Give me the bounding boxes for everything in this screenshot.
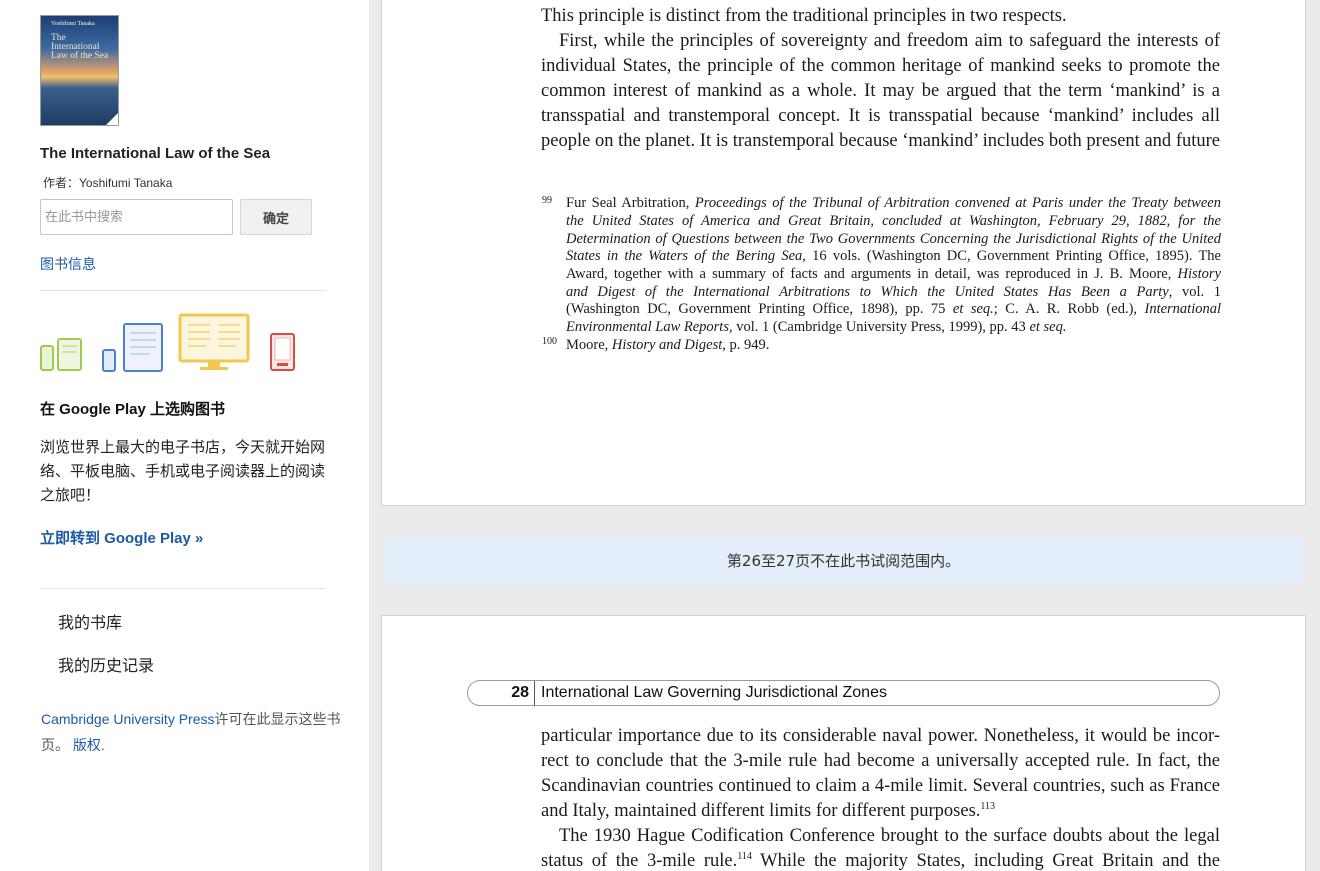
running-title: International Law Governing Jurisdiction… [541,684,887,701]
footnote-line: Fur Seal Arbitration, Proceedings of the… [566,195,1221,211]
page-curl-icon [106,113,118,125]
divider [40,290,326,291]
body-text-line: transspatial and transtemporal concept. … [541,106,1220,126]
license-period: . [100,737,105,753]
footnote-text: History and Digest [611,337,723,353]
publisher-link[interactable]: Cambridge University Press [41,711,215,727]
cover-title-line: Law of the Sea [51,51,109,61]
book-page: 28 International Law Governing Jurisdict… [381,615,1306,871]
book-page: This principle is distinct from the trad… [381,0,1306,506]
footnote-line: and Digest of the International Arbitrat… [566,284,1221,300]
pages-not-in-preview-notice: 第26至27页不在此书试阅范围内。 [385,538,1302,584]
sidebar: Yoshifumi Tanaka The International Law o… [0,0,369,871]
go-to-google-play-link[interactable]: 立即转到 Google Play » [40,527,203,548]
body-text-line: particular importance due to its conside… [541,726,1220,746]
footnote-text: Moore, [566,337,612,353]
running-header: 28 International Law Governing Jurisdict… [467,680,1220,706]
footnote-number: 100 [542,336,557,347]
body-text-line: First, while the principles of sovereign… [559,31,1220,51]
my-history-link[interactable]: 我的历史记录 [58,652,154,676]
body-text-line: people on the planet. It is transtempora… [541,131,1220,151]
body-text-line: and Italy, maintained different limits f… [541,799,1220,824]
book-info-link[interactable]: 图书信息 [40,254,96,274]
footnote-ref[interactable]: 113 [980,801,995,812]
body-text-line: status of the 3-mile rule.114 While the … [541,849,1220,871]
book-title: The International Law of the Sea [40,145,271,162]
footnote-text: , p. 949. [722,337,770,353]
cover-title: The International Law of the Sea [51,33,109,61]
body-text-line: rect to conclude that the 3-mile rule ha… [541,751,1220,771]
book-cover-image[interactable]: Yoshifumi Tanaka The International Law o… [40,15,119,126]
search-confirm-button[interactable]: 确定 [240,199,312,235]
body-text: status of the 3-mile rule. [541,851,738,871]
copyright-link[interactable]: 版权 [73,737,101,753]
footnote-line: Moore, History and Digest, p. 949. [566,337,1221,355]
body-text-line: The 1930 Hague Codification Conference b… [559,826,1220,846]
google-play-description: 浏览世界上最大的电子书店，今天就开始网络、平板电脑、手机或电子阅读器上的阅读之旅… [40,439,326,504]
license-notice: Cambridge University Press许可在此显示这些书页。 版权… [41,706,349,758]
footnote-line: States in the Waters of the Bering Sea, … [566,248,1221,264]
body-text-line: individual States, the principle of the … [541,56,1220,76]
footnote-line: Award, together with a summary of facts … [566,266,1221,282]
body-text: and Italy, maintained different limits f… [541,801,981,821]
book-author: 作者：Yoshifumi Tanaka [43,176,173,190]
footnote-line: the United States of America and Great B… [566,213,1221,229]
body-text-line: Scandinavian countries continued to clai… [541,776,1220,796]
footnote-line: Determination of Questions between the T… [566,231,1221,247]
devices-illustration-icon [40,313,295,372]
body-text: While the majority States, including Gre… [751,851,1220,871]
book-preview-viewer[interactable]: This principle is distinct from the trad… [369,0,1320,871]
body-text-line: This principle is distinct from the trad… [541,6,1067,26]
footnote-line: Environmental Law Reports, vol. 1 (Cambr… [566,319,1067,335]
body-text-line: common interest of mankind as a whole. I… [541,81,1220,101]
search-in-book-input[interactable] [40,199,233,235]
my-library-link[interactable]: 我的书库 [58,609,122,633]
google-play-heading: 在 Google Play 上选购图书 [40,401,226,418]
footnote-ref[interactable]: 114 [737,851,752,862]
cover-author: Yoshifumi Tanaka [51,21,95,27]
divider [40,588,326,589]
footnote-line: (Washington DC, Government Printing Offi… [566,301,1222,317]
page-number: 28 [468,681,535,705]
footnote-number: 99 [542,195,552,206]
